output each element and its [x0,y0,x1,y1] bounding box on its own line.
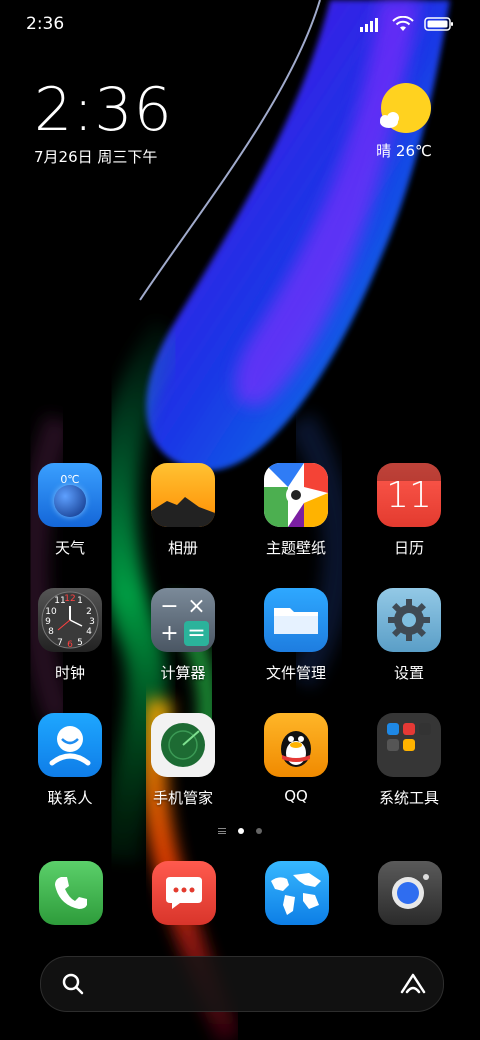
weather-widget[interactable]: 晴 26℃ [364,82,444,161]
app-label: 主题壁纸 [265,539,326,557]
app-label: 日历 [393,539,424,557]
clock-icon: 11 12 1 10 2 9 3 8 4 7 6 5 [38,588,102,652]
app-label: 联系人 [47,789,93,807]
contacts-icon [38,713,102,777]
clock-face-number: 4 [86,627,92,637]
app-clock[interactable]: 11 12 1 10 2 9 3 8 4 7 6 5 时钟 [15,588,125,683]
clock-time: 2:36 [34,75,173,145]
app-label: 系统工具 [378,789,439,807]
clock-widget[interactable]: 2:36 7月26日 周三下午 [34,78,173,167]
page-indicator[interactable] [0,828,480,834]
camera-icon[interactable] [378,861,442,925]
battery-icon [424,17,453,31]
clock-face-number: 2 [86,607,92,617]
app-label: QQ [284,787,308,805]
search-icon [62,973,84,995]
app-calendar[interactable]: 11 日历 [354,463,464,558]
menu-lines-icon [218,828,226,834]
calendar-day: 11 [386,475,432,516]
plus-symbol: + [160,621,179,646]
clock-date: 7月26日 周三下午 [34,148,158,166]
search-bar[interactable] [40,956,444,1012]
app-contacts[interactable]: 联系人 [15,713,125,808]
signal-icon [360,18,378,32]
clock-face-number: 6 [67,640,73,650]
gear-icon [377,588,441,652]
phone-icon[interactable] [39,861,103,925]
clock-face-number: 10 [45,607,57,617]
wifi-icon [392,16,414,31]
folder-preview-icon [377,713,441,777]
equals-symbol: = [184,621,209,646]
sunny-weather-icon [380,83,431,133]
app-label: 文件管理 [265,664,326,682]
app-label: 设置 [393,664,424,682]
clock-face-number: 1 [77,596,83,606]
folder-system-tools[interactable]: 系统工具 [354,713,464,808]
assistant-icon[interactable] [399,972,427,996]
app-gallery[interactable]: 相册 [128,463,238,558]
app-calculator[interactable]: − × + = 计算器 [128,588,238,683]
calendar-icon: 11 [377,463,441,527]
status-bar: 2:36 [0,0,480,50]
app-label: 计算器 [160,664,206,682]
status-time: 2:36 [26,14,65,34]
times-symbol: × [187,594,206,619]
themes-icon [264,463,328,527]
app-label: 相册 [167,539,198,557]
status-icons [360,15,454,33]
radar-icon [151,713,215,777]
clock-face-number: 12 [64,594,75,604]
app-security[interactable]: 手机管家 [128,713,238,808]
app-label: 手机管家 [152,789,213,807]
clock-face-number: 8 [48,627,54,637]
app-settings[interactable]: 设置 [354,588,464,683]
globe-icon[interactable] [265,861,329,925]
page-dot-active [238,828,244,834]
clock-face-number: 9 [45,617,51,627]
clock-face-number: 3 [89,617,95,627]
calculator-icon: − × + = [151,588,215,652]
app-weather[interactable]: 0℃ 天气 [15,463,125,558]
clock-face-number: 7 [57,638,63,648]
app-qq[interactable]: QQ [241,713,351,805]
app-label: 时钟 [54,664,85,682]
folder-icon [264,588,328,652]
message-icon[interactable] [152,861,216,925]
gallery-icon [151,463,215,527]
penguin-icon [264,713,328,777]
weather-text: 晴 26℃ [376,142,432,160]
clock-face-number: 5 [77,638,83,648]
weather-app-icon: 0℃ [38,463,102,527]
app-files[interactable]: 文件管理 [241,588,351,683]
minus-symbol: − [160,594,179,619]
app-themes[interactable]: 主题壁纸 [241,463,351,558]
page-dot [256,828,262,834]
app-label: 天气 [54,539,85,557]
